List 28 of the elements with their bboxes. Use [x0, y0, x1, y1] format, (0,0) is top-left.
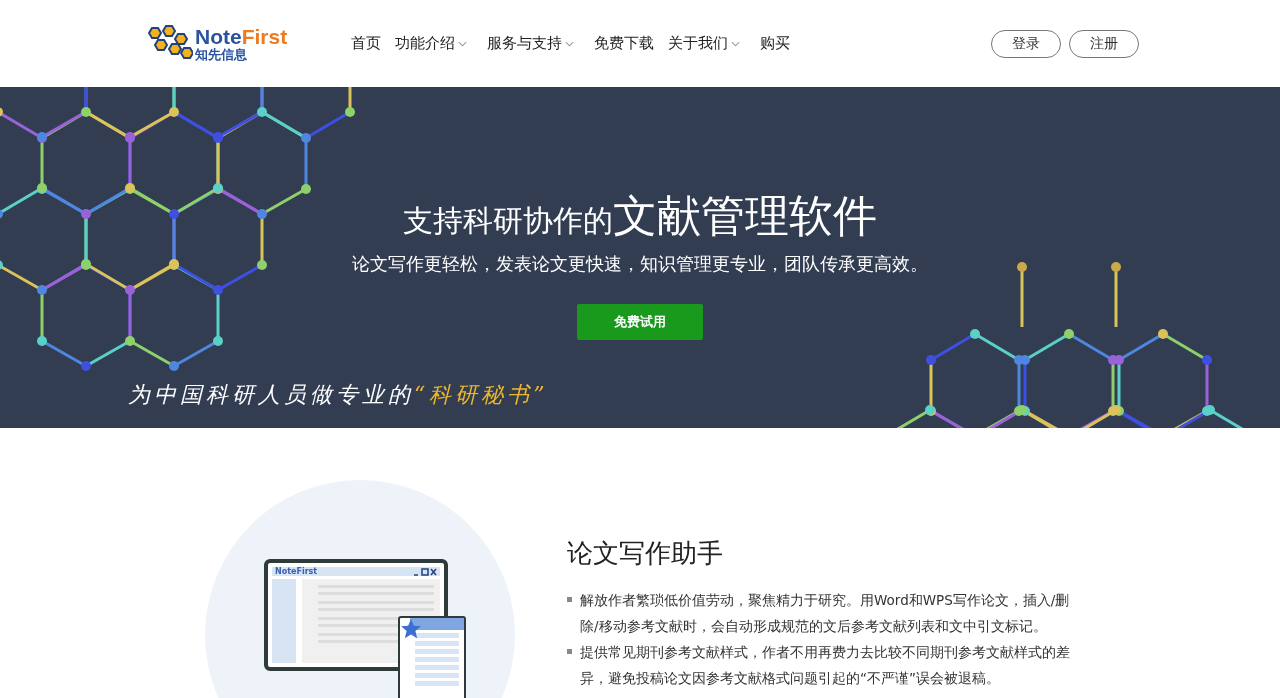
nav-link[interactable]: 购买 [760, 34, 790, 53]
nav-link[interactable]: 功能介绍 [395, 34, 473, 53]
slogan-text: 为中国科研人员做专业的 [128, 382, 414, 407]
document-header-bar [410, 618, 464, 630]
caret-icon [458, 40, 467, 47]
window-title: NoteFirst [275, 567, 318, 576]
feature-bullet-text: 解放作者繁琐低价值劳动，聚焦精力于研究。用Word和WPS写作论文，插入/删除/移动参考文献时，会自动形成规范的文后参考文献列表和文中引文标记。 [580, 591, 1071, 636]
hero-title-lead: 支持科研协作的 [403, 202, 613, 240]
nav-link[interactable]: 关于我们 [668, 34, 746, 53]
hero-subtitle: 论文写作更轻松，发表论文更快速，知识管理更专业，团队传承更高效。 [352, 252, 928, 276]
window-controls-icon [413, 567, 437, 576]
slogan-highlight: “科研秘书” [414, 382, 549, 407]
free-trial-button[interactable]: 免费试用 [577, 304, 703, 340]
caret-icon [565, 40, 574, 47]
nav-link[interactable]: 服务与支持 [487, 34, 580, 53]
bullet-icon [567, 649, 572, 654]
auth-button[interactable]: 登录 [991, 29, 1061, 58]
logo-subtitle: 知先信息 [195, 48, 248, 61]
bullet-icon [567, 597, 572, 602]
caret-icon [731, 40, 740, 47]
hero-title-main: 文献管理软件 [613, 189, 877, 243]
auth-button[interactable]: 注册 [1069, 29, 1139, 58]
logo-wordmark: NoteFirst [195, 26, 288, 47]
nav-link[interactable]: 首页 [351, 34, 381, 53]
feature-heading: 论文写作助手 [567, 537, 724, 570]
feature-bullet-text: 提供常见期刊参考文献样式，作者不用再费力去比较不同期刊参考文献样式的差异，避免投稿论文因参考文献格式问题引起的“不严谨”误会被退稿。 [580, 643, 1071, 688]
star-icon [400, 618, 422, 640]
nav-link[interactable]: 免费下载 [594, 34, 654, 53]
